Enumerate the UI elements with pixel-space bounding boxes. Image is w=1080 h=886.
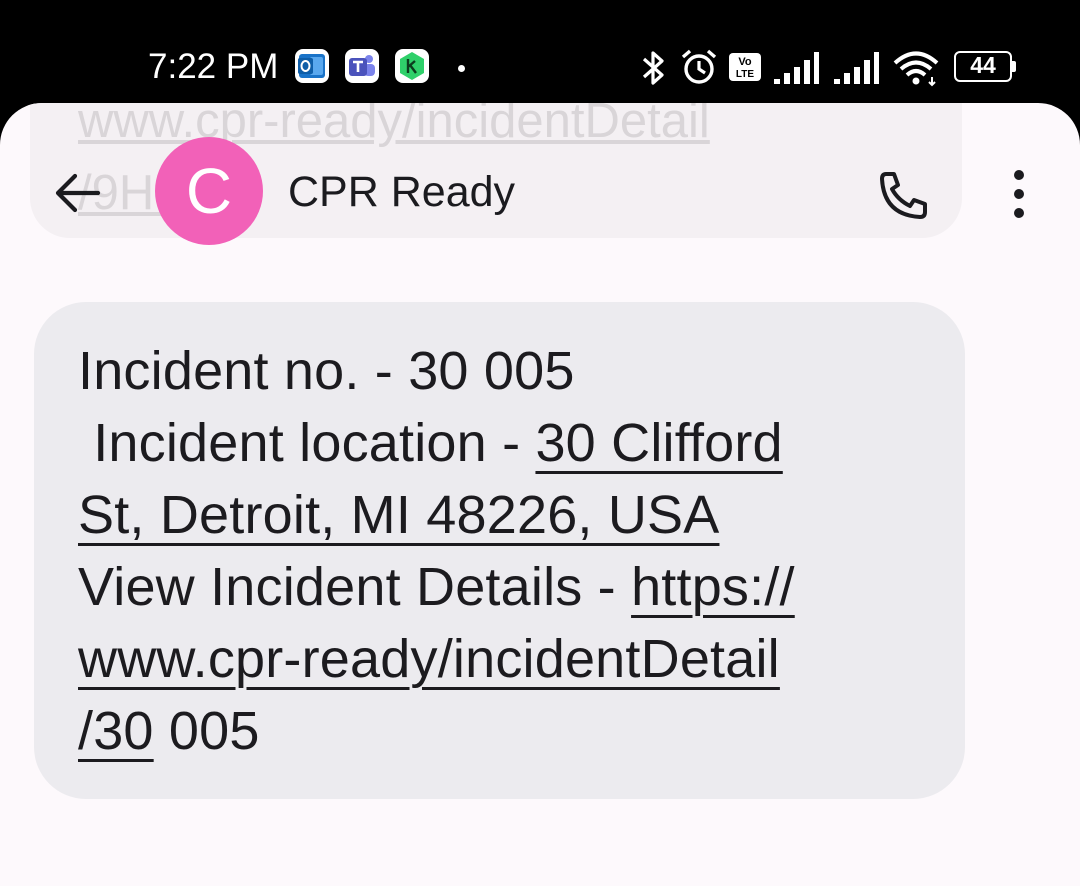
message-line: /30 005: [78, 695, 958, 767]
message-line: Incident no. - 30 005: [78, 335, 958, 407]
bluetooth-icon: [642, 51, 664, 85]
details-url-link[interactable]: /30: [78, 701, 154, 761]
status-time: 7:22 PM: [148, 47, 279, 86]
message-text: Incident no. - 30 005 Incident location …: [78, 335, 958, 767]
message-line: www.cpr-ready/incidentDetail: [78, 623, 958, 695]
conversation-screen: www.cpr-ready/incidentDetail /9H 004 C C…: [0, 103, 1080, 886]
contact-avatar[interactable]: C: [155, 137, 263, 245]
volte-icon: Vo LTE: [729, 53, 761, 81]
signal-sim1-icon: [774, 52, 819, 84]
notification-dot-icon: [458, 65, 465, 72]
contact-name[interactable]: CPR Ready: [288, 166, 515, 218]
message-line: Incident location - 30 Clifford: [78, 407, 958, 479]
details-label-text: View Incident Details -: [78, 557, 632, 617]
address-link[interactable]: 30 Clifford: [535, 413, 782, 473]
message-line: St, Detroit, MI 48226, USA: [78, 479, 958, 551]
alarm-icon: [681, 49, 717, 84]
location-label-text: Incident location -: [78, 413, 536, 473]
svg-text:Vo: Vo: [738, 56, 752, 68]
details-url-link[interactable]: https://: [631, 557, 795, 617]
back-arrow-icon[interactable]: [50, 165, 106, 221]
kaspersky-icon: [395, 49, 429, 83]
signal-sim2-icon: [834, 52, 879, 84]
address-link[interactable]: St, Detroit, MI 48226, USA: [78, 485, 719, 545]
wifi-icon: [893, 51, 939, 87]
battery-icon: 44: [954, 51, 1016, 82]
previous-message-line: www.cpr-ready/incidentDetail: [78, 103, 710, 148]
svg-text:LTE: LTE: [736, 69, 754, 80]
incident-number-suffix: 005: [153, 701, 260, 761]
status-bar: 7:22 PM Vo LTE 44: [0, 0, 1080, 110]
incident-number-text: Incident no. - 30 005: [78, 341, 575, 401]
message-line: View Incident Details - https://: [78, 551, 958, 623]
message-bubble[interactable]: Incident no. - 30 005 Incident location …: [34, 302, 965, 799]
battery-level: 44: [970, 52, 996, 78]
details-url-link[interactable]: www.cpr-ready/incidentDetail: [78, 629, 780, 689]
phone-icon[interactable]: [872, 165, 934, 227]
outlook-icon: [295, 49, 329, 83]
teams-icon: [345, 49, 379, 83]
more-options-icon[interactable]: [998, 165, 1040, 227]
